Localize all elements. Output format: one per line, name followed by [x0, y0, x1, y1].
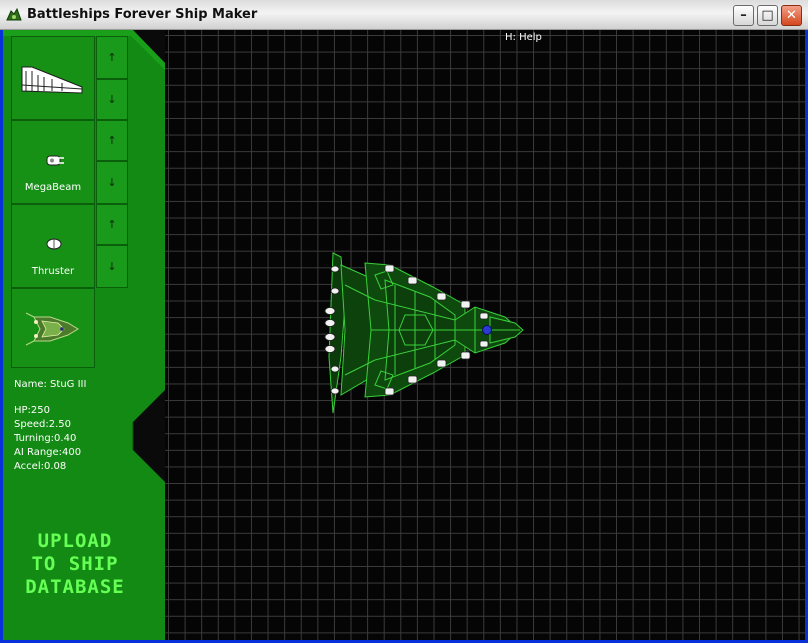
part-label-megabeam: MegaBeam: [24, 182, 82, 193]
megabeam-move-up-button[interactable]: ↑: [96, 120, 128, 161]
hull-move-up-button[interactable]: ↑: [96, 36, 128, 79]
part-label-thruster: Thruster: [31, 266, 75, 277]
minimize-icon: –: [740, 8, 747, 23]
maximize-button[interactable]: □: [757, 5, 778, 26]
close-icon: ✕: [786, 8, 797, 23]
megabeam-icon: [46, 155, 64, 166]
ship-preview-icon: [25, 312, 79, 346]
parts-sidebar: ↑ ↓ MegaBeam ↑ ↓ Thruster ↑ ↓ Name: StuG…: [3, 30, 165, 640]
ship-design[interactable]: [315, 245, 535, 420]
ship-editor-grid[interactable]: H: Help: [165, 30, 805, 640]
hull-section-icon: [21, 66, 83, 94]
maximize-icon: □: [761, 8, 774, 23]
minimize-button[interactable]: –: [733, 5, 754, 26]
close-button[interactable]: ✕: [781, 5, 802, 26]
thruster-icon: [46, 238, 62, 250]
upload-to-ship-database-button[interactable]: UPLOAD TO SHIP DATABASE: [17, 530, 133, 602]
stat-hp: HP:250: [14, 405, 51, 416]
ship-name: Name: StuG III: [14, 379, 87, 390]
stat-ai-range: AI Range:400: [14, 447, 82, 458]
app-window: Battleships Forever Ship Maker – □ ✕ ↑ ↓…: [0, 0, 808, 643]
ship-preview-tile[interactable]: [11, 288, 95, 368]
part-tile-thruster[interactable]: Thruster: [11, 204, 95, 288]
ship-core-icon: [482, 325, 492, 335]
help-hint: H: Help: [505, 32, 542, 43]
ship-stats: HP:250 Speed:2.50 Turning:0.40 AI Range:…: [14, 404, 81, 474]
part-tile-hull[interactable]: [11, 36, 95, 120]
stat-speed: Speed:2.50: [14, 419, 71, 430]
window-title: Battleships Forever Ship Maker: [27, 7, 258, 22]
part-tile-megabeam[interactable]: MegaBeam: [11, 120, 95, 204]
megabeam-move-down-button[interactable]: ↓: [96, 161, 128, 204]
stat-turning: Turning:0.40: [14, 433, 77, 444]
title-bar[interactable]: Battleships Forever Ship Maker – □ ✕: [0, 0, 808, 30]
thruster-move-up-button[interactable]: ↑: [96, 204, 128, 245]
thruster-move-down-button[interactable]: ↓: [96, 245, 128, 288]
hull-move-down-button[interactable]: ↓: [96, 79, 128, 120]
stat-accel: Accel:0.08: [14, 461, 67, 472]
app-icon: [6, 7, 22, 21]
